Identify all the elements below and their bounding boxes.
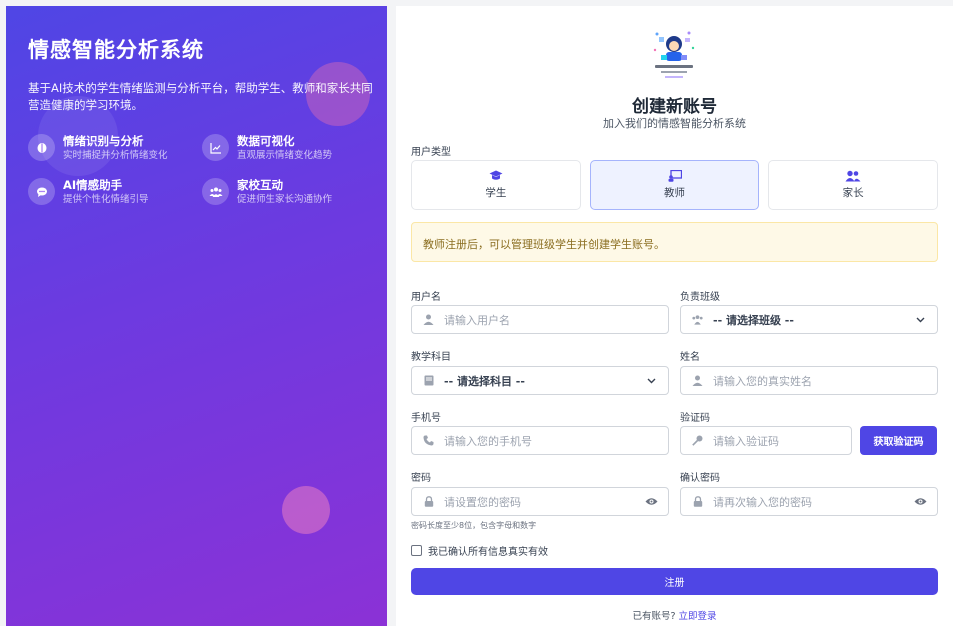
chevron-down-icon [645,374,658,387]
chalkboard-teacher-icon [668,170,682,182]
graduation-cap-icon [489,170,503,180]
user-type-teacher[interactable]: 教师 [589,160,760,210]
username-placeholder: 请输入用户名 [444,313,510,327]
brand-title: 情感智能分析系统 [28,38,204,62]
feature-emotion-analysis: 情绪识别与分析 实时捕捉并分析情绪变化 [28,134,168,162]
realname-label: 姓名 [680,352,700,363]
code-placeholder: 请输入验证码 [713,434,779,448]
brand-tagline: 基于AI技术的学生情绪监测与分析平台，帮助学生、教师和家长共同营造健康的学习环境… [28,81,373,112]
chart-line-icon [202,134,229,161]
login-prompt-text: 已有账号? [632,611,676,622]
user-type-label: 学生 [485,187,507,199]
feature-desc: 提供个性化情绪引导 [63,194,149,205]
class-select[interactable]: -- 请选择班级 -- [680,305,938,334]
key-icon [691,434,704,447]
user-icon [422,313,435,326]
feature-title: AI情感助手 [63,178,123,192]
code-field[interactable]: 请输入验证码 [680,426,852,455]
feature-data-visualization: 数据可视化 直观展示情绪变化趋势 [202,134,332,162]
user-type-student[interactable]: 学生 [411,160,581,210]
password-field[interactable]: 请设置您的密码 [411,487,669,516]
users-icon [202,178,229,205]
register-page: 情感智能分析系统 基于AI技术的学生情绪监测与分析平台，帮助学生、教师和家长共同… [0,0,953,626]
register-button[interactable]: 注册 [411,568,938,595]
confirm-placeholder: 请再次输入您的密码 [713,495,812,509]
book-icon [422,374,435,387]
chat-bubble-icon [28,178,55,205]
password-hint: 密码长度至少8位，包含字母和数字 [411,521,537,530]
feature-desc: 直观展示情绪变化趋势 [237,150,333,161]
feature-home-school: 家校互动 促进师生家长沟通协作 [202,178,332,206]
phone-label: 手机号 [411,413,441,424]
feature-desc: 实时捕捉并分析情绪变化 [63,150,168,161]
username-field[interactable]: 请输入用户名 [411,305,669,334]
feature-desc: 促进师生家长沟通协作 [237,194,333,205]
realname-field[interactable]: 请输入您的真实姓名 [680,366,938,395]
code-label: 验证码 [680,413,710,424]
class-value: -- 请选择班级 -- [713,313,794,327]
feature-ai-assistant: AI情感助手 提供个性化情绪引导 [28,178,149,206]
agree-checkbox[interactable] [411,545,422,556]
agree-label: 我已确认所有信息真实有效 [428,547,548,558]
user-type-parent[interactable]: 家长 [768,160,939,210]
feature-title: 家校互动 [237,178,283,192]
password-placeholder: 请设置您的密码 [444,495,521,509]
login-link[interactable]: 立即登录 [679,611,717,622]
user-type-label: 用户类型 [411,147,451,158]
users-icon [691,313,704,326]
feature-title: 数据可视化 [237,134,295,148]
page-subtitle: 加入我们的情感智能分析系统 [603,117,746,130]
register-panel: 创建新账号 加入我们的情感智能分析系统 用户类型 学生 教师 家长 教师注册后，… [396,6,953,626]
subject-select[interactable]: -- 请选择科目 -- [411,366,669,395]
phone-field[interactable]: 请输入您的手机号 [411,426,669,455]
confirm-password-field[interactable]: 请再次输入您的密码 [680,487,938,516]
feature-title: 情绪识别与分析 [63,134,144,148]
agree-row: 我已确认所有信息真实有效 [411,543,548,558]
user-friends-icon [845,170,861,182]
class-label: 负责班级 [680,292,720,303]
eye-icon[interactable] [914,495,927,508]
teacher-notice: 教师注册后，可以管理班级学生并创建学生账号。 [411,222,938,262]
subject-value: -- 请选择科目 -- [444,374,525,388]
username-label: 用户名 [411,292,441,303]
lock-icon [691,495,704,508]
user-icon [691,374,704,387]
eye-icon[interactable] [645,495,658,508]
password-label: 密码 [411,473,431,484]
app-logo [649,28,699,82]
realname-placeholder: 请输入您的真实姓名 [713,374,812,388]
user-type-label: 教师 [664,187,685,199]
user-type-selector: 学生 教师 家长 [411,160,939,210]
confirm-label: 确认密码 [680,473,720,484]
phone-icon [422,434,435,447]
login-prompt: 已有账号? 立即登录 [396,608,953,622]
decor-circle [282,486,330,534]
phone-placeholder: 请输入您的手机号 [444,434,532,448]
brain-icon [28,134,55,161]
lock-icon [422,495,435,508]
page-title: 创建新账号 [632,97,717,117]
get-code-button[interactable]: 获取验证码 [860,426,937,455]
user-type-label: 家长 [842,187,864,199]
chevron-down-icon [914,313,927,326]
subject-label: 教学科目 [411,352,451,363]
brand-panel: 情感智能分析系统 基于AI技术的学生情绪监测与分析平台，帮助学生、教师和家长共同… [6,6,387,626]
